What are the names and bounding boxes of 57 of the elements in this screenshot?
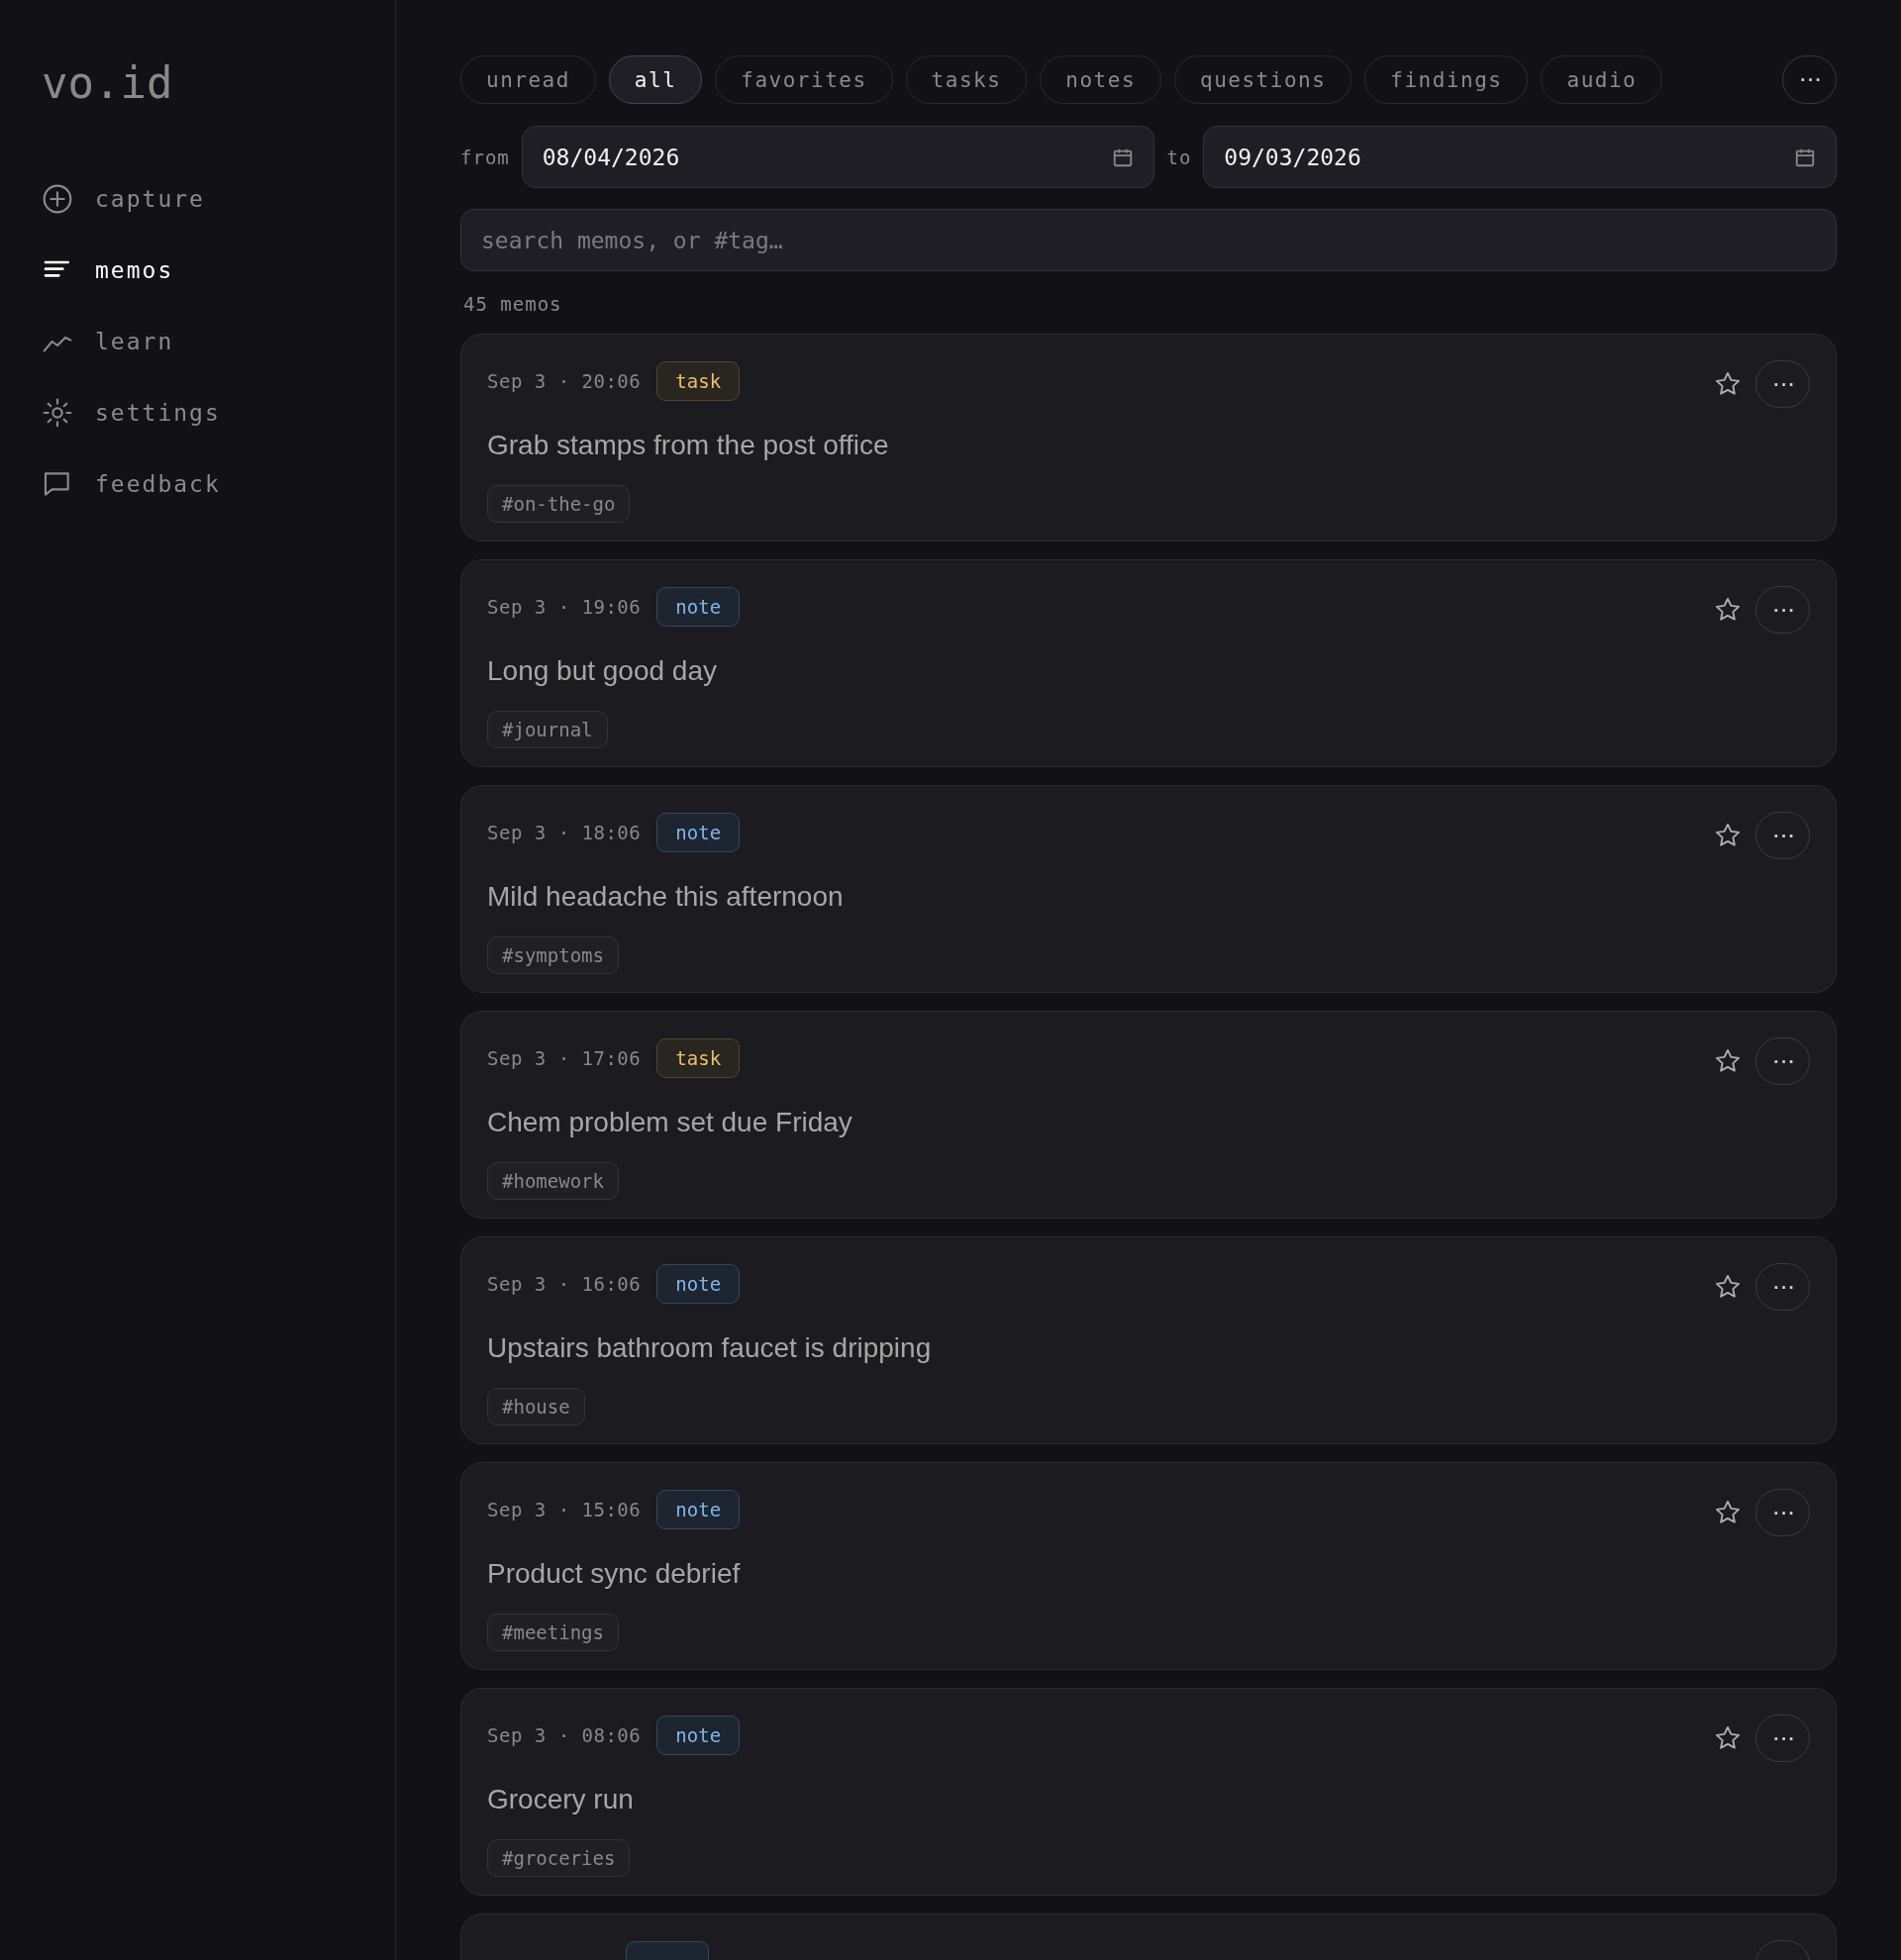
sidebar-item[interactable]: settings — [42, 397, 221, 429]
tag-chip[interactable]: #journal — [487, 711, 608, 748]
type-badge: note — [656, 1490, 741, 1529]
star-icon[interactable] — [1714, 1273, 1742, 1301]
from-label: from — [460, 146, 510, 168]
memo-card[interactable]: Sep 3 · 19:06 note ··· Long but good day #journal — [460, 559, 1837, 767]
tag-chip[interactable]: #on-the-go — [487, 485, 631, 523]
search-field[interactable]: search memos, or #tag… — [460, 209, 1837, 271]
tag-chip[interactable]: #homework — [487, 1162, 619, 1200]
star-icon[interactable] — [1714, 1499, 1742, 1526]
star-icon[interactable] — [1714, 1047, 1742, 1075]
memo-time: Sep 3 · 17:06 — [487, 1047, 642, 1069]
sidebar-item[interactable]: feedback — [42, 468, 221, 500]
memo-card[interactable]: Sep 3 · 16:06 note ··· Upstairs bathroom faucet is dripping #house — [460, 1236, 1837, 1444]
type-badge: task — [656, 1038, 741, 1078]
settings-icon — [42, 397, 73, 429]
type-badge: note — [656, 1715, 741, 1755]
date-field[interactable]: 08/04/2026 — [521, 126, 1155, 188]
memo-text: Product sync debrief — [487, 1558, 741, 1590]
memo-time: Sep 3 · 18:06 — [487, 822, 642, 843]
type-badge: note — [656, 587, 741, 627]
memo-time: Sep 3 · 08:06 — [487, 1724, 642, 1746]
plus-circle-icon — [42, 183, 73, 215]
tag-chip[interactable]: #meetings — [487, 1614, 619, 1651]
star-icon[interactable] — [1714, 822, 1742, 849]
memo-time: Sep 3 · 20:06 — [487, 370, 642, 392]
memo-text: Grab stamps from the post office — [487, 430, 889, 461]
memo-text: Upstairs bathroom faucet is dripping — [487, 1332, 932, 1364]
memo-card[interactable]: Sep 3 · 18:06 note ··· Mild headache this afternoon #symptoms — [460, 785, 1837, 993]
memo-card[interactable]: Sep 3 · 17:06 task ··· Chem problem set due Friday #homework — [460, 1011, 1837, 1219]
sidebar-item[interactable]: memos — [42, 254, 174, 286]
filter-chip[interactable]: all — [608, 55, 703, 104]
memo-text: Long but good day — [487, 655, 717, 687]
memo-card[interactable]: Sep 3 · 20:06 task ··· Grab stamps from the post office #on-the-go — [460, 334, 1837, 541]
memo-time: Sep 3 · 16:06 — [487, 1273, 642, 1295]
star-icon[interactable] — [1714, 1724, 1742, 1752]
tag-chip[interactable]: #symptoms — [487, 936, 619, 974]
type-badge: note — [656, 813, 741, 852]
memo-card[interactable]: Sep 3 · 08:06 note ··· Grocery run #groceries — [460, 1688, 1837, 1896]
memo-text: Grocery run — [487, 1784, 634, 1815]
sidebar-item[interactable]: learn — [42, 326, 174, 357]
memo-time: Sep 3 · 15:06 — [487, 1499, 642, 1520]
tag-chip[interactable]: #house — [487, 1388, 585, 1425]
star-icon[interactable] — [1714, 596, 1742, 624]
tag-chip[interactable]: #groceries — [487, 1839, 631, 1877]
to-label: to — [1166, 146, 1192, 168]
memo-time: Sep 3 · 19:06 — [487, 596, 642, 618]
star-icon[interactable] — [1714, 370, 1742, 398]
memo-text: Chem problem set due Friday — [487, 1107, 852, 1138]
type-badge: note — [656, 1264, 741, 1304]
memo-card[interactable]: Sep 3 · 15:06 note ··· Product sync debrief #meetings — [460, 1462, 1837, 1670]
type-badge: task — [656, 361, 741, 401]
memo-text: Mild headache this afternoon — [487, 881, 844, 913]
sidebar-item[interactable]: capture — [42, 183, 205, 215]
memo-count: 45 memos — [463, 293, 562, 315]
date-field[interactable]: 09/03/2026 — [1203, 126, 1837, 188]
app-logo: vo.id — [42, 57, 173, 108]
